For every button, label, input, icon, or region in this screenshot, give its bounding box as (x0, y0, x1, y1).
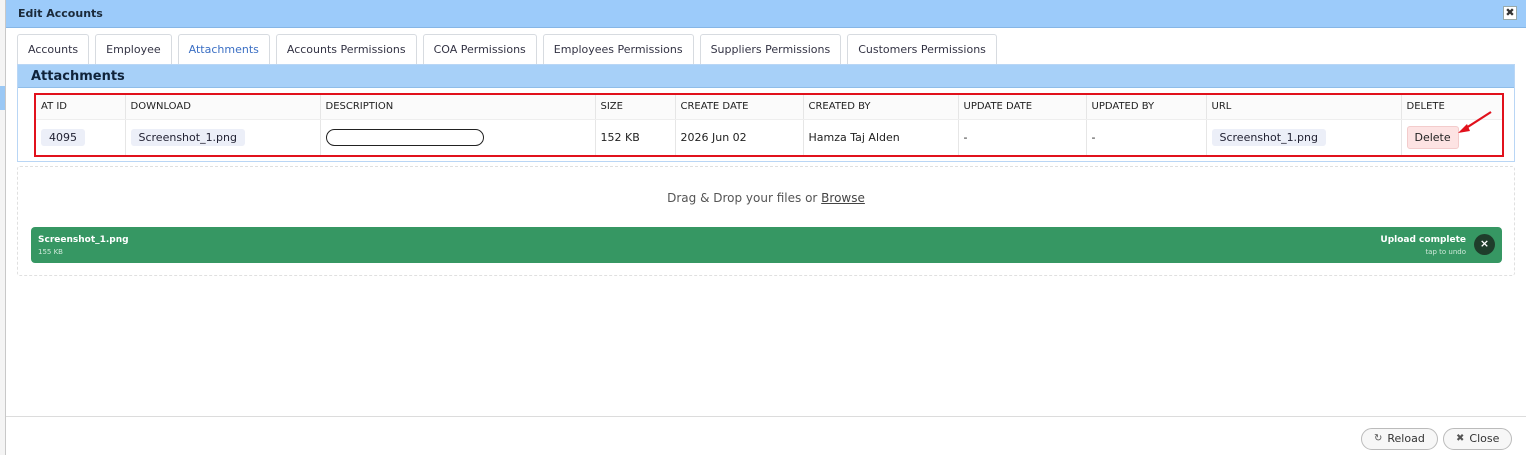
dialog-title: Edit Accounts (18, 7, 103, 20)
table-header-row: AT ID DOWNLOAD DESCRIPTION SIZE CREATE D… (36, 95, 1502, 120)
close-label: Close (1469, 432, 1500, 445)
attachments-table-highlight: AT ID DOWNLOAD DESCRIPTION SIZE CREATE D… (34, 93, 1504, 157)
cell-at-id: 4095 (36, 119, 126, 155)
attachments-table: AT ID DOWNLOAD DESCRIPTION SIZE CREATE D… (36, 95, 1502, 155)
reload-icon: ↻ (1374, 433, 1383, 444)
col-header-created-by[interactable]: CREATED BY (803, 95, 959, 120)
close-button[interactable]: ✖ Close (1443, 428, 1513, 450)
cell-created-by: Hamza Taj Alden (803, 119, 959, 155)
tab-employee[interactable]: Employee (95, 34, 172, 64)
table-row: 4095 Screenshot_1.png 152 KB 2026 Jun 02… (36, 119, 1502, 155)
tab-employees-permissions[interactable]: Employees Permissions (542, 34, 694, 64)
attachments-panel-header: Attachments (18, 65, 1514, 88)
close-icon[interactable]: ✖ (1503, 6, 1517, 20)
uploaded-file-name: Screenshot_1.png (38, 235, 129, 245)
uploaded-file-size: 155 KB (38, 248, 63, 256)
dialog-titlebar[interactable]: Edit Accounts ✖ (6, 0, 1526, 28)
remove-file-icon[interactable]: × (1474, 234, 1495, 255)
dialog-footer: ↻ Reload ✖ Close (6, 416, 1526, 455)
col-header-updated-by[interactable]: UPDATED BY (1086, 95, 1207, 120)
tab-attachments[interactable]: Attachments (177, 34, 270, 64)
col-header-url[interactable]: URL (1206, 95, 1402, 120)
description-input[interactable] (325, 128, 484, 146)
drop-instructions: Drag & Drop your files or Browse (18, 191, 1514, 205)
tab-suppliers-permissions[interactable]: Suppliers Permissions (699, 34, 842, 64)
col-header-update-date[interactable]: UPDATE DATE (958, 95, 1087, 120)
cell-create-date: 2026 Jun 02 (675, 119, 804, 155)
drop-text: Drag & Drop your files or (667, 191, 818, 205)
cell-size: 152 KB (595, 119, 676, 155)
cell-download: Screenshot_1.png (125, 119, 321, 155)
tab-accounts-permissions[interactable]: Accounts Permissions (275, 34, 417, 64)
edit-accounts-dialog: Edit Accounts ✖ Accounts Employee Attach… (5, 0, 1526, 455)
cell-url: Screenshot_1.png (1206, 119, 1402, 155)
col-header-description[interactable]: DESCRIPTION (320, 95, 596, 120)
download-link[interactable]: Screenshot_1.png (130, 128, 245, 146)
tab-coa-permissions[interactable]: COA Permissions (422, 34, 537, 64)
delete-button[interactable]: Delete (1406, 125, 1459, 149)
reload-label: Reload (1387, 432, 1425, 445)
col-header-download[interactable]: DOWNLOAD (125, 95, 321, 120)
attachments-panel: Attachments AT ID DOWNLOAD DESCRIPTION S… (17, 64, 1515, 162)
attachments-panel-title: Attachments (31, 69, 125, 84)
close-icon: ✖ (1456, 433, 1465, 444)
cell-updated-by: - (1086, 119, 1207, 155)
tap-to-undo-hint[interactable]: tap to undo (1425, 248, 1466, 256)
cell-update-date: - (958, 119, 1087, 155)
browse-link[interactable]: Browse (821, 191, 865, 205)
at-id-badge: 4095 (41, 128, 85, 146)
tab-bar: Accounts Employee Attachments Accounts P… (17, 34, 997, 64)
col-header-create-date[interactable]: CREATE DATE (675, 95, 804, 120)
upload-status: Upload complete (1380, 235, 1466, 245)
file-dropzone[interactable]: Drag & Drop your files or Browse Screens… (17, 166, 1515, 276)
tab-accounts[interactable]: Accounts (17, 34, 90, 64)
col-header-size[interactable]: SIZE (595, 95, 676, 120)
col-header-at-id[interactable]: AT ID (36, 95, 126, 120)
uploaded-file-item: Screenshot_1.png 155 KB Upload complete … (31, 227, 1502, 263)
url-link[interactable]: Screenshot_1.png (1211, 128, 1326, 146)
reload-button[interactable]: ↻ Reload (1361, 428, 1438, 450)
tab-customers-permissions[interactable]: Customers Permissions (847, 34, 997, 64)
cell-description (320, 119, 596, 155)
red-arrow-annotation-icon (1458, 111, 1492, 133)
